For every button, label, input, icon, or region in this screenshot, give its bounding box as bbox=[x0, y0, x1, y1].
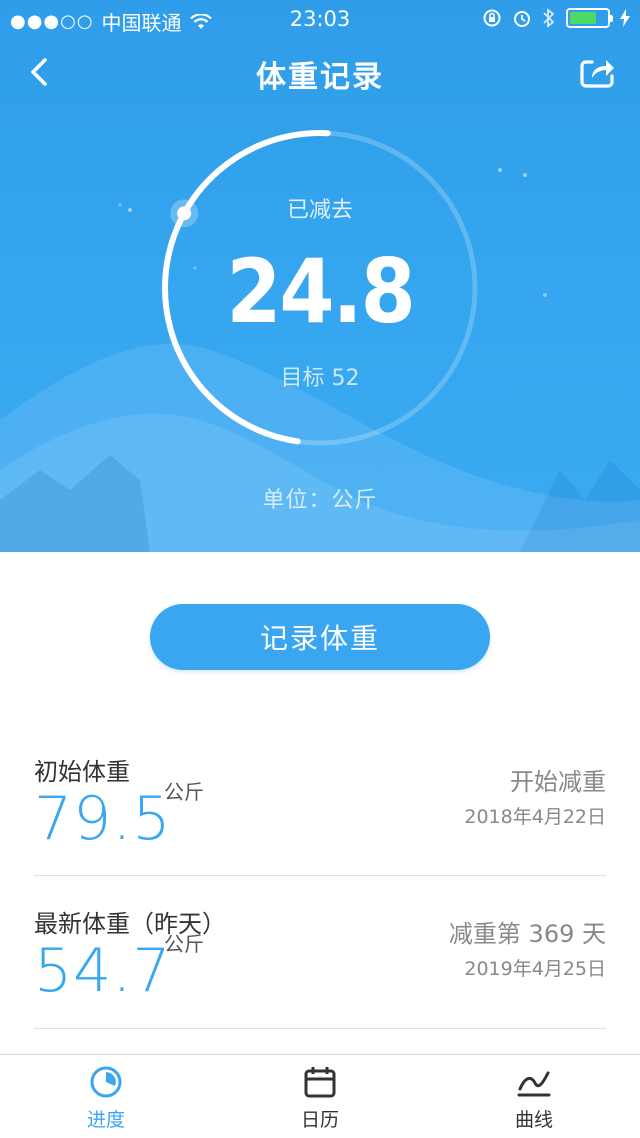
tab-label: 进度 bbox=[86, 1109, 125, 1131]
calendar-icon bbox=[304, 1067, 336, 1098]
row-right-title: 减重第 369 天 bbox=[448, 920, 606, 948]
unit-label: 单位：公斤 bbox=[262, 488, 378, 513]
tab-calendar[interactable]: 日历 bbox=[260, 1065, 380, 1132]
tab-curve[interactable]: 曲线 bbox=[474, 1065, 594, 1132]
target-weight: 目标 52 bbox=[280, 366, 360, 391]
tab-label: 曲线 bbox=[514, 1109, 553, 1131]
divider bbox=[34, 875, 606, 876]
lost-weight-value: 24.8 bbox=[226, 240, 415, 343]
weight-value: 79.5 bbox=[34, 784, 172, 854]
progress-label: 已减去 bbox=[286, 198, 353, 223]
row-label: 初始体重 bbox=[34, 758, 130, 786]
weight-unit: 公斤 bbox=[164, 780, 204, 804]
line-chart-icon bbox=[517, 1071, 551, 1097]
tab-label: 日历 bbox=[300, 1109, 339, 1131]
weight-unit: 公斤 bbox=[164, 932, 204, 956]
row-right-date: 2018年4月22日 bbox=[464, 806, 606, 828]
row-right-title: 开始减重 bbox=[510, 768, 606, 796]
tab-progress[interactable]: 进度 bbox=[46, 1065, 166, 1132]
row-right-date: 2019年4月25日 bbox=[464, 958, 606, 980]
record-weight-button[interactable]: 记录体重 bbox=[150, 604, 490, 670]
progress-pie-icon bbox=[90, 1066, 122, 1098]
hero-panel: ●●●○○ 中国联通 23:03 体重记录 已减去 24.8 目标 52 单位：… bbox=[0, 0, 640, 552]
tab-bar: 进度 日历 曲线 bbox=[0, 1054, 640, 1138]
latest-weight-row: 最新体重（昨天） 54.7 公斤 减重第 369 天 2019年4月25日 bbox=[34, 904, 606, 1014]
weight-value: 54.7 bbox=[34, 936, 172, 1006]
divider bbox=[34, 1028, 606, 1029]
initial-weight-row: 初始体重 79.5 公斤 开始减重 2018年4月22日 bbox=[34, 752, 606, 862]
